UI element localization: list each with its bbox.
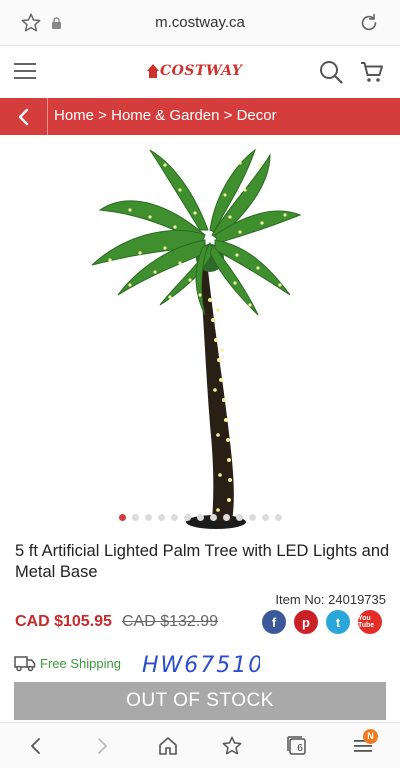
logo-text: COSTWAY — [160, 63, 243, 79]
gallery-pagination[interactable] — [0, 514, 400, 521]
gallery-dot[interactable] — [248, 514, 256, 521]
browser-forward-button[interactable] — [89, 733, 115, 759]
social-share: f p t You Tube — [262, 610, 382, 634]
gallery-dot[interactable] — [209, 514, 217, 521]
reload-icon[interactable] — [358, 12, 380, 34]
gallery-dot[interactable] — [131, 514, 139, 521]
costway-logo[interactable]: COSTWAY — [146, 59, 256, 83]
site-header: COSTWAY — [0, 46, 400, 98]
handwritten-note: HW67510 — [142, 653, 260, 678]
search-icon[interactable] — [318, 59, 344, 85]
browser-bookmarks-button[interactable] — [219, 733, 245, 759]
sale-price: CAD $105.95 — [15, 613, 112, 630]
bookmarks-star-icon — [222, 736, 242, 755]
notification-badge: N — [363, 729, 378, 744]
product-image-gallery[interactable] — [0, 135, 400, 530]
gallery-dot[interactable] — [183, 514, 191, 521]
gallery-dot[interactable] — [170, 514, 178, 521]
breadcrumb-text[interactable]: Home > Home & Garden > Decor — [54, 107, 277, 124]
free-shipping-label: Free Shipping — [40, 656, 121, 671]
gallery-dot[interactable] — [261, 514, 269, 521]
gallery-dot[interactable] — [157, 514, 165, 521]
product-image-palm-tree — [91, 148, 302, 529]
browser-back-button[interactable] — [23, 733, 49, 759]
twitter-icon[interactable]: t — [326, 610, 350, 634]
item-number: Item No: 24019735 — [275, 592, 386, 607]
original-price: CAD $132.99 — [122, 613, 219, 630]
back-button[interactable] — [0, 98, 48, 135]
breadcrumb: Home > Home & Garden > Decor — [0, 98, 400, 135]
hamburger-menu-icon[interactable] — [13, 60, 37, 82]
chevron-left-icon — [18, 108, 28, 125]
browser-url-bar: m.costway.ca — [0, 0, 400, 46]
shipping-row: Free Shipping HW67510 — [0, 644, 400, 682]
logo-house-icon — [147, 64, 159, 78]
handwritten-note-text: HW67510 — [142, 653, 260, 678]
gallery-dot[interactable] — [118, 514, 126, 521]
gallery-dot[interactable] — [274, 514, 282, 521]
chevron-right-icon — [98, 738, 107, 754]
out-of-stock-button[interactable]: OUT OF STOCK — [14, 682, 386, 720]
home-icon — [159, 737, 177, 755]
gallery-dot[interactable] — [235, 514, 243, 521]
pinterest-icon[interactable]: p — [294, 610, 318, 634]
browser-bottom-bar: 6 N — [0, 722, 400, 768]
gallery-dot[interactable] — [222, 514, 230, 521]
chevron-left-icon — [31, 738, 40, 754]
product-title: 5 ft Artificial Lighted Palm Tree with L… — [15, 542, 390, 581]
browser-home-button[interactable] — [155, 733, 181, 759]
delivery-truck-icon — [14, 656, 36, 672]
tab-count: 6 — [297, 742, 303, 754]
youtube-icon[interactable]: You Tube — [358, 610, 382, 634]
cart-icon[interactable] — [359, 59, 385, 85]
gallery-dot[interactable] — [144, 514, 152, 521]
browser-tabs-button[interactable]: 6 — [284, 733, 310, 759]
gallery-dot[interactable] — [196, 514, 204, 521]
facebook-icon[interactable]: f — [262, 610, 286, 634]
url-text[interactable]: m.costway.ca — [0, 14, 400, 31]
